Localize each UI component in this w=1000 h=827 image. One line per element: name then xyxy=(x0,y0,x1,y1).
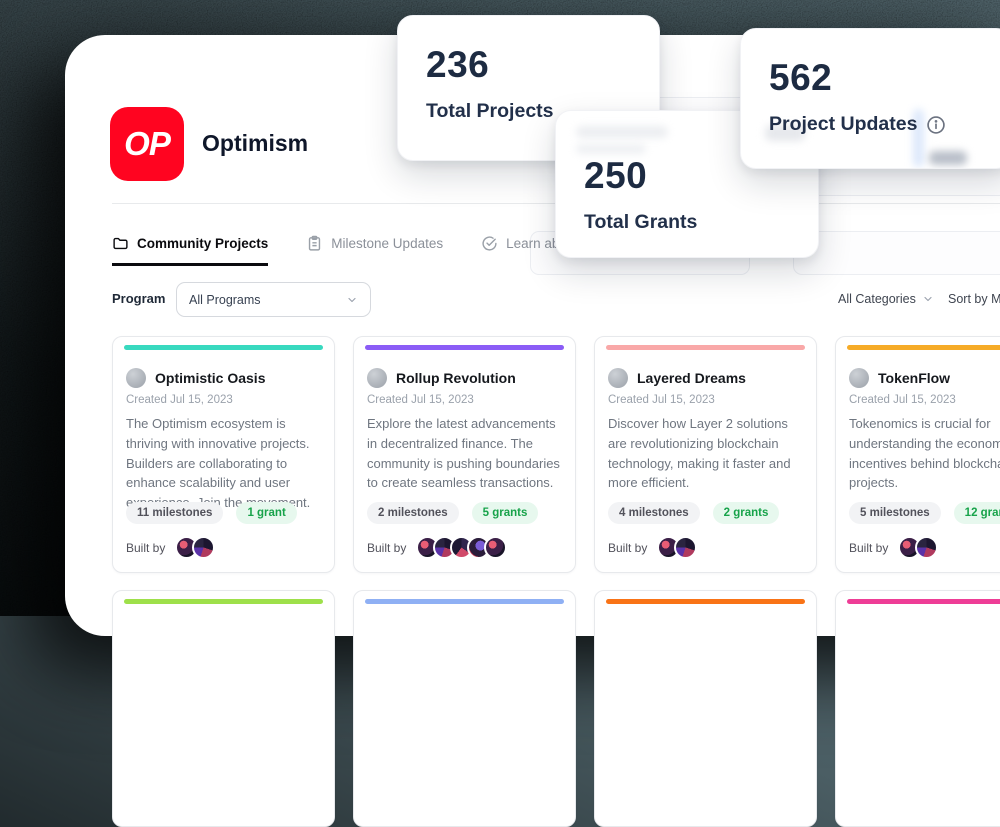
stat-value: 236 xyxy=(426,44,489,86)
ghost-panel xyxy=(793,231,1000,275)
project-name: Optimistic Oasis xyxy=(155,370,265,386)
builder-avatar xyxy=(484,536,507,559)
milestones-badge: 2 milestones xyxy=(367,502,459,524)
built-by-label: Built by xyxy=(126,541,165,555)
builder-avatar xyxy=(192,536,215,559)
milestones-badge: 4 milestones xyxy=(608,502,700,524)
program-filter-label: Program xyxy=(112,291,165,306)
stat-value: 562 xyxy=(769,57,832,99)
sort-select[interactable]: Sort by Milestones xyxy=(948,292,1000,306)
project-name: Layered Dreams xyxy=(637,370,746,386)
tab-community-projects[interactable]: Community Projects xyxy=(112,235,268,266)
grants-badge: 12 grants xyxy=(954,502,1000,524)
project-name: Rollup Revolution xyxy=(396,370,516,386)
project-card[interactable]: Layered Dreams Created Jul 15, 2023 Disc… xyxy=(594,336,817,573)
target-check-icon xyxy=(481,235,498,252)
info-icon[interactable] xyxy=(926,115,946,135)
tab-milestone-updates[interactable]: Milestone Updates xyxy=(306,235,443,263)
sort-select-value: Sort by Milestones xyxy=(948,292,1000,306)
program-select-value: All Programs xyxy=(189,293,261,307)
milestones-badge: 11 milestones xyxy=(126,502,223,524)
project-avatar xyxy=(367,368,387,388)
built-by-label: Built by xyxy=(849,541,888,555)
project-avatar xyxy=(608,368,628,388)
project-card[interactable] xyxy=(353,590,576,827)
project-card[interactable] xyxy=(835,590,1000,827)
blurred-content xyxy=(576,144,646,154)
project-card[interactable] xyxy=(594,590,817,827)
project-created-date: Created Jul 15, 2023 xyxy=(849,394,956,406)
project-created-date: Created Jul 15, 2023 xyxy=(126,394,233,406)
stat-label: Total Grants xyxy=(584,211,697,234)
blurred-content xyxy=(576,126,668,138)
stat-label: Project Updates xyxy=(769,113,946,136)
optimism-logo: OP xyxy=(110,107,184,181)
stat-label: Total Projects xyxy=(426,100,554,123)
project-description: Discover how Layer 2 solutions are revol… xyxy=(608,414,804,493)
built-by-label: Built by xyxy=(367,541,406,555)
builder-avatar xyxy=(674,536,697,559)
stat-label-text: Project Updates xyxy=(769,113,917,136)
builder-avatars xyxy=(416,536,507,559)
milestones-badge: 5 milestones xyxy=(849,502,941,524)
optimism-logo-text: OP xyxy=(124,125,170,163)
card-accent-bar xyxy=(606,599,805,604)
grants-badge: 2 grants xyxy=(713,502,780,524)
blurred-content xyxy=(929,151,967,165)
builder-avatars xyxy=(898,536,938,559)
project-card[interactable]: Rollup Revolution Created Jul 15, 2023 E… xyxy=(353,336,576,573)
builder-avatars xyxy=(657,536,697,559)
card-accent-bar xyxy=(365,599,564,604)
project-created-date: Created Jul 15, 2023 xyxy=(367,394,474,406)
project-card[interactable] xyxy=(112,590,335,827)
project-card[interactable]: Optimistic Oasis Created Jul 15, 2023 Th… xyxy=(112,336,335,573)
project-avatar xyxy=(126,368,146,388)
project-description: Explore the latest advancements in decen… xyxy=(367,414,563,493)
builder-avatar xyxy=(915,536,938,559)
builder-avatars xyxy=(175,536,215,559)
chevron-down-icon xyxy=(922,293,934,305)
clipboard-icon xyxy=(306,235,323,252)
built-by-label: Built by xyxy=(608,541,647,555)
card-accent-bar xyxy=(365,345,564,350)
project-description: Tokenomics is crucial for understanding … xyxy=(849,414,1000,493)
card-accent-bar xyxy=(847,345,1000,350)
tab-label: Milestone Updates xyxy=(331,236,443,251)
categories-select-value: All Categories xyxy=(838,292,916,306)
project-created-date: Created Jul 15, 2023 xyxy=(608,394,715,406)
card-accent-bar xyxy=(124,345,323,350)
grants-badge: 1 grant xyxy=(236,502,296,524)
page-title: Optimism xyxy=(202,130,308,157)
project-card[interactable]: TokenFlow Created Jul 15, 2023 Tokenomic… xyxy=(835,336,1000,573)
categories-select[interactable]: All Categories xyxy=(838,292,934,306)
chevron-down-icon xyxy=(346,294,358,306)
stat-value: 250 xyxy=(584,155,647,197)
card-accent-bar xyxy=(124,599,323,604)
project-name: TokenFlow xyxy=(878,370,950,386)
folder-icon xyxy=(112,235,129,252)
grants-badge: 5 grants xyxy=(472,502,539,524)
stat-card-project-updates: 562 Project Updates xyxy=(740,28,1000,169)
tab-label: Community Projects xyxy=(137,236,268,251)
card-accent-bar xyxy=(847,599,1000,604)
project-avatar xyxy=(849,368,869,388)
program-select[interactable]: All Programs xyxy=(176,282,371,317)
card-accent-bar xyxy=(606,345,805,350)
project-description: The Optimism ecosystem is thriving with … xyxy=(126,414,322,513)
